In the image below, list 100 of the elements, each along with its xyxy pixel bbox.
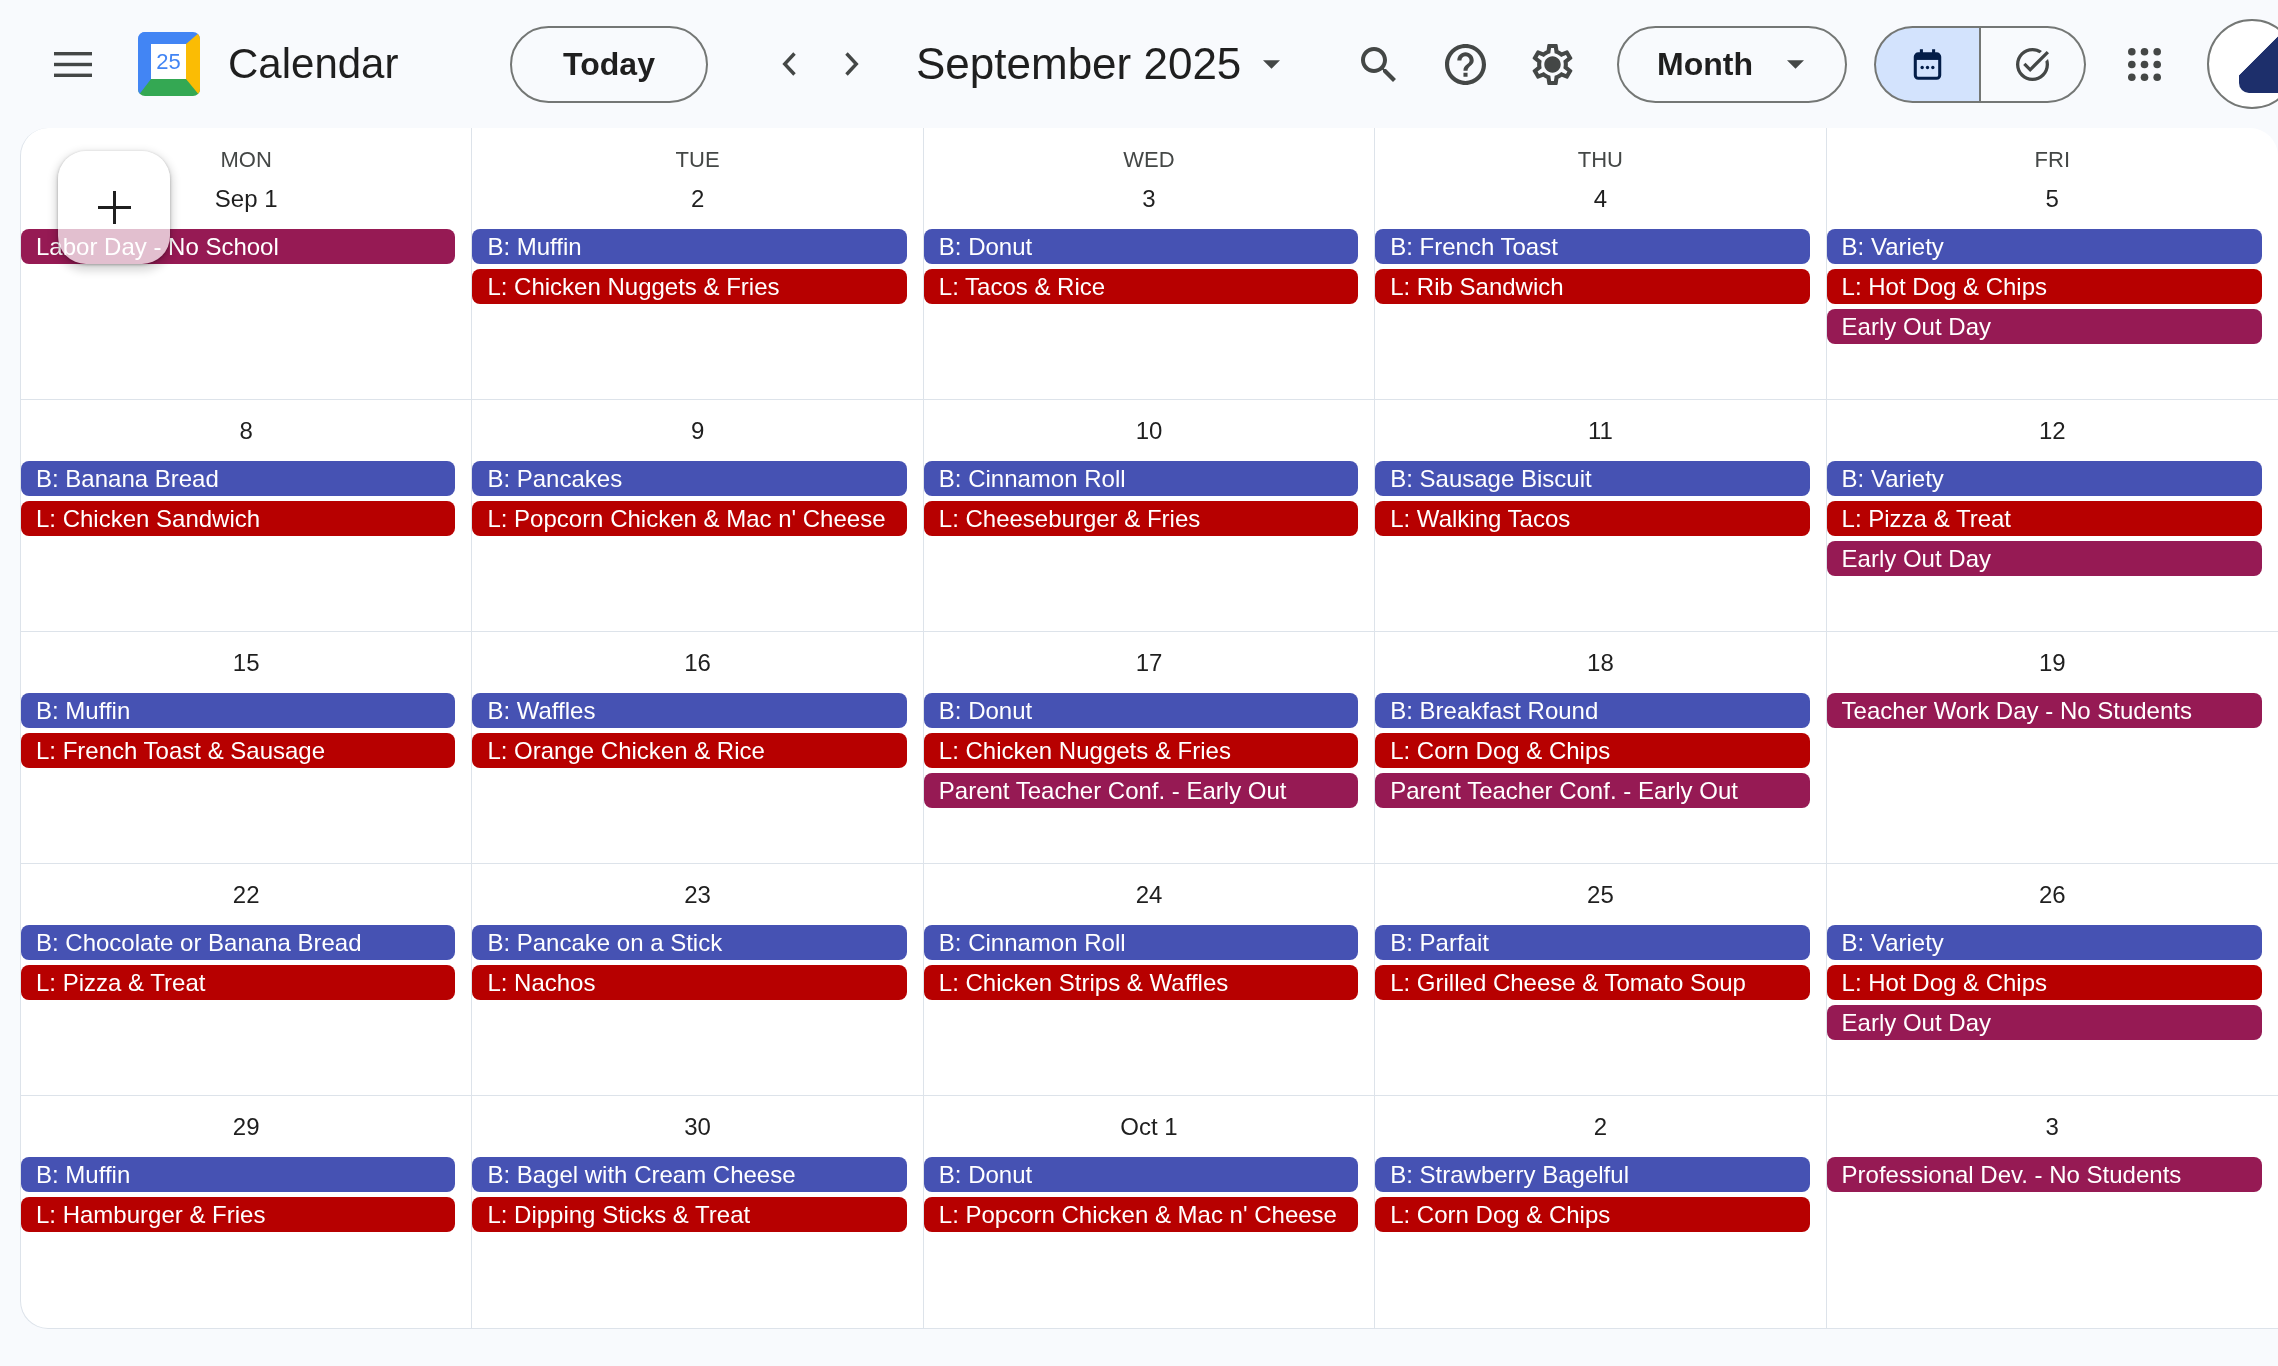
day-number[interactable]: Sep 1 <box>214 184 278 214</box>
day-number[interactable]: 19 <box>2038 648 2066 678</box>
chevron-right-icon <box>843 52 860 76</box>
calendar-event[interactable]: B: Muffin <box>21 693 456 728</box>
calendar-event[interactable]: L: Hot Dog & Chips <box>1826 269 2262 304</box>
calendar-icon <box>1913 48 1942 80</box>
calendar-event[interactable]: L: Rib Sandwich <box>1375 269 1810 304</box>
plus-icon <box>97 191 131 224</box>
calendar-event[interactable]: B: French Toast <box>1375 229 1810 264</box>
weekday-label: TUE <box>675 146 720 174</box>
calendar-event[interactable]: B: Parfait <box>1375 925 1810 960</box>
day-number[interactable]: 3 <box>1142 184 1156 214</box>
calendar-event[interactable]: L: Popcorn Chicken & Mac n' Cheese <box>923 1197 1359 1232</box>
settings-button[interactable] <box>1532 43 1573 85</box>
day-number[interactable]: 22 <box>232 880 260 910</box>
day-number[interactable]: 23 <box>684 880 711 910</box>
caret-down-icon <box>1786 59 1804 69</box>
calendar-event[interactable]: B: Muffin <box>21 1157 456 1192</box>
calendar-event[interactable]: L: Cheeseburger & Fries <box>923 501 1359 536</box>
calendar-event[interactable]: B: Variety <box>1826 229 2262 264</box>
caret-down-icon <box>1263 59 1281 69</box>
calendar-event[interactable]: L: Popcorn Chicken & Mac n' Cheese <box>472 501 907 536</box>
calendar-event[interactable]: L: French Toast & Sausage <box>21 733 456 768</box>
previous-button[interactable] <box>781 52 798 76</box>
calendar-event[interactable]: B: Sausage Biscuit <box>1375 461 1810 496</box>
calendar-event[interactable]: L: Hot Dog & Chips <box>1826 965 2262 1000</box>
calendar-event[interactable]: L: Pizza & Treat <box>21 965 456 1000</box>
day-number[interactable]: 2 <box>690 184 705 214</box>
day-number[interactable]: 26 <box>2038 880 2066 910</box>
calendar-logo: 25 <box>138 32 200 96</box>
calendar-event[interactable]: B: Cinnamon Roll <box>923 461 1359 496</box>
day-number[interactable]: 18 <box>1587 648 1614 678</box>
calendar-event[interactable]: B: Bagel with Cream Cheese <box>472 1157 907 1192</box>
calendar-event[interactable]: L: Chicken Nuggets & Fries <box>923 733 1359 768</box>
calendar-event[interactable]: B: Waffles <box>472 693 907 728</box>
day-number[interactable]: 5 <box>2045 184 2059 214</box>
day-number[interactable]: 3 <box>2045 1112 2059 1142</box>
calendar-event[interactable]: L: Corn Dog & Chips <box>1375 1197 1810 1232</box>
calendar-view-button[interactable] <box>1874 25 1980 103</box>
calendar-event[interactable]: B: Variety <box>1826 461 2262 496</box>
calendar-event[interactable]: L: Hamburger & Fries <box>21 1197 456 1232</box>
search-button[interactable] <box>1361 46 1396 82</box>
calendar-event[interactable]: L: Nachos <box>472 965 907 1000</box>
day-number[interactable]: 11 <box>1587 416 1613 446</box>
weekday-label: FRI <box>2034 146 2070 174</box>
calendar-event[interactable]: Parent Teacher Conf. - Early Out <box>923 773 1359 808</box>
day-number[interactable]: 25 <box>1587 880 1614 910</box>
calendar-event[interactable]: B: Variety <box>1826 925 2262 960</box>
day-number[interactable]: 24 <box>1135 880 1163 910</box>
day-number[interactable]: 30 <box>684 1112 711 1142</box>
calendar-event[interactable]: L: Dipping Sticks & Treat <box>472 1197 907 1232</box>
calendar-event[interactable]: L: Corn Dog & Chips <box>1375 733 1810 768</box>
calendar-event[interactable]: B: Donut <box>923 1157 1359 1192</box>
calendar-event[interactable]: L: Grilled Cheese & Tomato Soup <box>1375 965 1810 1000</box>
day-number[interactable]: 4 <box>1593 184 1608 214</box>
apps-grid-icon <box>2128 47 2161 81</box>
settings-icon <box>1532 43 1573 85</box>
calendar-event[interactable]: Early Out Day <box>1826 541 2262 576</box>
calendar-event[interactable]: B: Pancake on a Stick <box>472 925 907 960</box>
calendar-event[interactable]: B: Chocolate or Banana Bread <box>21 925 456 960</box>
calendar-event[interactable]: L: Orange Chicken & Rice <box>472 733 907 768</box>
calendar-event[interactable]: L: Chicken Nuggets & Fries <box>472 269 907 304</box>
help-button[interactable] <box>1445 43 1486 85</box>
day-number[interactable]: Oct 1 <box>1120 1112 1178 1142</box>
date-range-button[interactable]: September 2025 <box>916 38 1299 90</box>
calendar-event[interactable]: L: Chicken Strips & Waffles <box>923 965 1359 1000</box>
calendar-event[interactable]: Early Out Day <box>1826 309 2262 344</box>
calendar-event[interactable]: B: Donut <box>923 229 1359 264</box>
day-number[interactable]: 8 <box>239 416 253 446</box>
next-button[interactable] <box>843 52 860 76</box>
calendar-event[interactable]: Teacher Work Day - No Students <box>1826 693 2262 728</box>
day-number[interactable]: 29 <box>232 1112 260 1142</box>
day-number[interactable]: 12 <box>2038 416 2066 446</box>
menu-icon <box>54 51 92 77</box>
calendar-event[interactable]: Early Out Day <box>1826 1005 2262 1040</box>
day-number[interactable]: 15 <box>232 648 260 678</box>
calendar-event[interactable]: B: Donut <box>923 693 1359 728</box>
calendar-event[interactable]: Professional Dev. - No Students <box>1826 1157 2262 1192</box>
view-dropdown[interactable]: Month <box>1617 25 1847 103</box>
calendar-event[interactable]: L: Pizza & Treat <box>1826 501 2262 536</box>
calendar-event[interactable]: B: Breakfast Round <box>1375 693 1810 728</box>
calendar-event[interactable]: B: Cinnamon Roll <box>923 925 1359 960</box>
day-number[interactable]: 10 <box>1135 416 1163 446</box>
calendar-event[interactable]: B: Muffin <box>472 229 907 264</box>
calendar-event[interactable]: L: Tacos & Rice <box>923 269 1359 304</box>
calendar-event[interactable]: L: Walking Tacos <box>1375 501 1810 536</box>
day-number[interactable]: 2 <box>1593 1112 1608 1142</box>
day-number[interactable]: 16 <box>684 648 711 678</box>
apps-button[interactable] <box>2128 47 2161 81</box>
calendar-event[interactable]: Parent Teacher Conf. - Early Out <box>1375 773 1810 808</box>
today-button[interactable]: Today <box>510 25 708 103</box>
calendar-event[interactable]: B: Strawberry Bagelful <box>1375 1157 1810 1192</box>
tasks-view-button[interactable] <box>1980 25 2086 103</box>
calendar-event[interactable]: B: Pancakes <box>472 461 907 496</box>
day-number[interactable]: 17 <box>1135 648 1163 678</box>
calendar-event[interactable]: L: Chicken Sandwich <box>21 501 456 536</box>
day-number[interactable]: 9 <box>690 416 705 446</box>
calendar-event[interactable]: B: Banana Bread <box>21 461 456 496</box>
search-icon <box>1361 46 1396 82</box>
menu-button[interactable] <box>54 51 92 77</box>
